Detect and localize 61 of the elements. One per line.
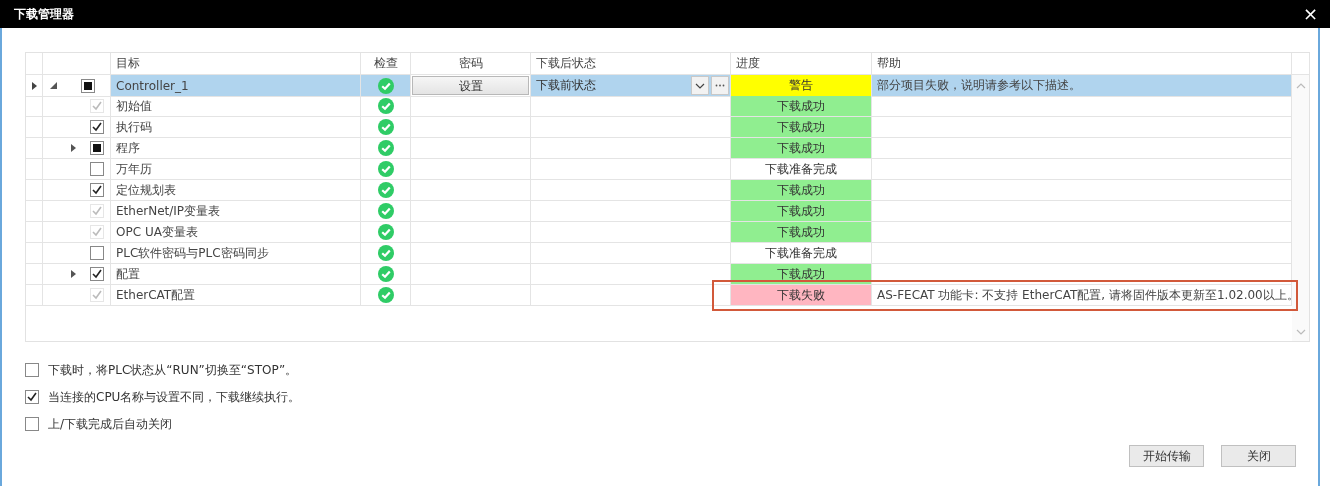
checkbox[interactable] [90, 246, 104, 260]
expand-icon[interactable] [70, 144, 76, 152]
checkbox[interactable] [90, 162, 104, 176]
target-name: 执行码 [116, 118, 152, 136]
table-row[interactable]: 万年历 下载准备完成 [26, 159, 1292, 180]
target-name: EtherNet/IP变量表 [116, 202, 221, 220]
target-name: EtherCAT配置 [116, 286, 196, 304]
progress-status: 下载成功 [731, 201, 872, 222]
progress-status: 下载成功 [731, 138, 872, 159]
progress-status: 下载成功 [731, 96, 872, 117]
table-row[interactable]: Controller_1 设置 下载前状态 警告 部分项目失败，说明请参考以下描述。 [26, 75, 1292, 96]
dialog-button[interactable]: 开始传输 [1129, 445, 1204, 467]
table-row[interactable]: 定位规划表 下载成功 [26, 180, 1292, 201]
checkbox[interactable] [25, 417, 39, 431]
scroll-down-icon[interactable] [1295, 329, 1306, 335]
dialog-button[interactable]: 关闭 [1221, 445, 1296, 467]
progress-status: 下载成功 [731, 222, 872, 243]
collapse-icon[interactable] [49, 82, 57, 89]
checkbox[interactable] [25, 363, 39, 377]
target-name: Controller_1 [116, 78, 189, 93]
checkbox[interactable] [81, 78, 95, 93]
option-label: 下载时，将PLC状态从“RUN”切换至“STOP”。 [48, 361, 298, 379]
target-name: 定位规划表 [116, 181, 176, 199]
row-pointer-icon [31, 81, 37, 90]
column-header: 目标 [116, 55, 140, 72]
settings-button[interactable]: 设置 [412, 76, 529, 95]
close-button[interactable]: × [1298, 4, 1322, 24]
option-label: 当连接的CPU名称与设置不同，下载继续执行。 [48, 388, 301, 406]
help-text: 部分项目失败，说明请参考以下描述。 [877, 77, 1081, 94]
checkbox[interactable] [90, 120, 104, 134]
checkbox[interactable] [90, 141, 104, 155]
target-name: 万年历 [116, 160, 152, 178]
progress-status: 下载成功 [731, 264, 872, 285]
target-name: 程序 [116, 139, 140, 157]
target-name: 初始值 [116, 97, 152, 115]
target-name: OPC UA变量表 [116, 223, 198, 241]
column-header: 进度 [736, 55, 760, 72]
window-title: 下载管理器 [14, 5, 74, 23]
scroll-up-icon[interactable] [1295, 83, 1306, 89]
progress-status: 下载准备完成 [731, 243, 872, 264]
checkbox[interactable] [90, 183, 104, 197]
option-label: 上/下载完成后自动关闭 [48, 415, 173, 433]
progress-status: 下载成功 [731, 180, 872, 201]
progress-status: 下载准备完成 [731, 159, 872, 180]
table-row[interactable]: 程序 下载成功 [26, 138, 1292, 159]
column-header: 检查 [373, 55, 398, 72]
progress-status: 警告 [731, 75, 872, 97]
progress-status: 下载失败 [731, 285, 872, 306]
progress-status: 下载成功 [731, 117, 872, 138]
table-row[interactable]: 执行码 下载成功 [26, 117, 1292, 138]
checkbox[interactable] [25, 390, 39, 404]
column-header: 密码 [458, 55, 483, 72]
scrollbar[interactable] [1292, 75, 1309, 341]
target-name: 配置 [116, 265, 140, 283]
column-header: 帮助 [877, 55, 901, 72]
table-row[interactable]: 配置 下载成功 [26, 264, 1292, 285]
column-header: 下载后状态 [536, 55, 596, 72]
table-row[interactable]: PLC软件密码与PLC密码同步 下载准备完成 [26, 243, 1292, 264]
target-name: PLC软件密码与PLC密码同步 [116, 244, 269, 262]
checkbox[interactable] [90, 267, 104, 281]
expand-icon[interactable] [70, 270, 76, 278]
